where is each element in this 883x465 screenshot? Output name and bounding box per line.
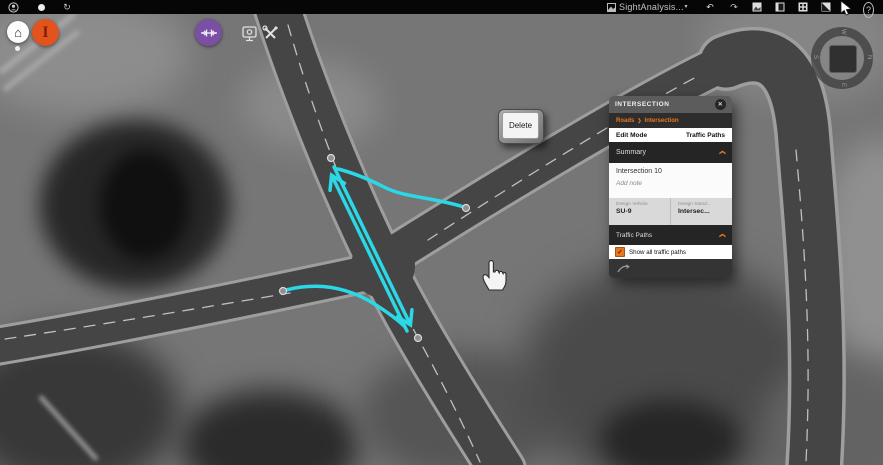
close-icon[interactable]: ✕	[715, 99, 726, 110]
edit-mode-label: Edit Mode	[616, 132, 647, 139]
panel-title: INTERSECTION	[615, 101, 669, 108]
traffic-path-through-north	[332, 176, 407, 331]
breadcrumb: Roads ❯ Intersection	[609, 113, 732, 128]
traffic-path-turn-from-east	[338, 169, 464, 207]
delete-key-button[interactable]: Delete	[498, 109, 544, 144]
traffic-path-turn-from-west	[286, 286, 404, 326]
breadcrumb-roads[interactable]: Roads	[616, 118, 634, 124]
undo-icon[interactable]: ↶	[703, 0, 717, 14]
cross-section-tool-button[interactable]	[195, 19, 222, 46]
intersection-panel: INTERSECTION ✕ Roads ❯ Intersection Edit…	[609, 96, 732, 278]
panel-header: INTERSECTION ✕	[609, 96, 732, 113]
screenshot-tool-button[interactable]	[238, 22, 260, 44]
settings-tools-button[interactable]	[259, 22, 281, 44]
layers-view-icon[interactable]	[819, 0, 833, 14]
refresh-icon[interactable]: ↻	[60, 0, 74, 14]
design-standard-field[interactable]: Design Stand... Intersec...	[670, 198, 732, 225]
breadcrumb-separator-icon: ❯	[637, 118, 641, 124]
app-title[interactable]: SightAnalysis...	[619, 0, 677, 14]
camera-view-icon	[241, 25, 258, 42]
summary-label: Summary	[616, 149, 646, 156]
delete-key-label: Delete	[509, 121, 532, 130]
path-tool-icon[interactable]	[617, 264, 631, 273]
compass-north: N	[866, 55, 872, 59]
edit-mode-value[interactable]: Traffic Paths	[686, 132, 725, 139]
design-vehicle-value: SU-9	[616, 208, 670, 215]
account-icon[interactable]	[6, 0, 20, 14]
chevron-up-icon: ❯	[719, 232, 726, 237]
compass-south: S	[812, 55, 818, 59]
panel-layout-icon[interactable]	[773, 0, 787, 14]
traffic-paths-section-header[interactable]: Traffic Paths ❯	[609, 225, 732, 245]
breadcrumb-intersection[interactable]: Intersection	[645, 118, 679, 124]
compass-west: W	[840, 29, 846, 35]
traffic-path-through-south	[334, 167, 410, 324]
inspect-tool-button[interactable]: I	[32, 19, 59, 46]
cross-section-icon	[201, 27, 217, 39]
chevron-up-icon: ❯	[719, 150, 726, 155]
redo-icon[interactable]: ↷	[727, 0, 741, 14]
map-canvas[interactable]	[0, 14, 883, 465]
summary-body: Intersection 10 Add note	[609, 163, 732, 198]
traffic-paths-layer[interactable]	[0, 14, 883, 465]
design-summary-row: Design Vehicle SU-9 Design Stand... Inte…	[609, 198, 732, 225]
help-icon[interactable]: ?	[863, 2, 874, 18]
design-vehicle-label: Design Vehicle	[616, 202, 670, 207]
edit-mode-row: Edit Mode Traffic Paths	[609, 128, 732, 142]
mouse-arrow-cursor	[840, 1, 852, 22]
app-menu-icon[interactable]	[606, 0, 617, 14]
add-note-link[interactable]: Add note	[616, 180, 725, 187]
show-all-paths-label: Show all traffic paths	[629, 249, 686, 256]
design-standard-value: Intersec...	[678, 208, 732, 215]
chevron-down-icon[interactable]: ▾	[681, 0, 691, 14]
design-standard-label: Design Stand...	[678, 202, 732, 207]
panel-footer	[609, 259, 732, 278]
design-vehicle-field[interactable]: Design Vehicle SU-9	[609, 198, 670, 225]
traffic-paths-label: Traffic Paths	[616, 232, 652, 239]
show-all-paths-row[interactable]: ✓ Show all traffic paths	[609, 245, 732, 259]
wrench-screwdriver-icon	[262, 25, 279, 42]
grid-view-icon[interactable]	[796, 0, 810, 14]
background-image-icon[interactable]	[750, 0, 764, 14]
checkbox-checked-icon[interactable]: ✓	[615, 247, 625, 257]
home-button[interactable]: ⌂	[7, 21, 29, 43]
home-indicator-dot	[15, 46, 20, 51]
home-icon: ⌂	[14, 25, 22, 40]
hand-pointer-cursor	[479, 256, 509, 297]
intersection-name[interactable]: Intersection 10	[616, 168, 725, 175]
inspect-icon: I	[42, 24, 48, 42]
app-shape-icon[interactable]	[35, 0, 47, 14]
summary-section-header[interactable]: Summary ❯	[609, 142, 732, 163]
system-topbar: ↻ SightAnalysis... ▾ ↶ ↷ ?	[0, 0, 883, 14]
compass-letters: N E S W	[811, 27, 873, 89]
compass-control[interactable]: N E S W	[811, 27, 873, 89]
compass-east: E	[840, 83, 846, 87]
